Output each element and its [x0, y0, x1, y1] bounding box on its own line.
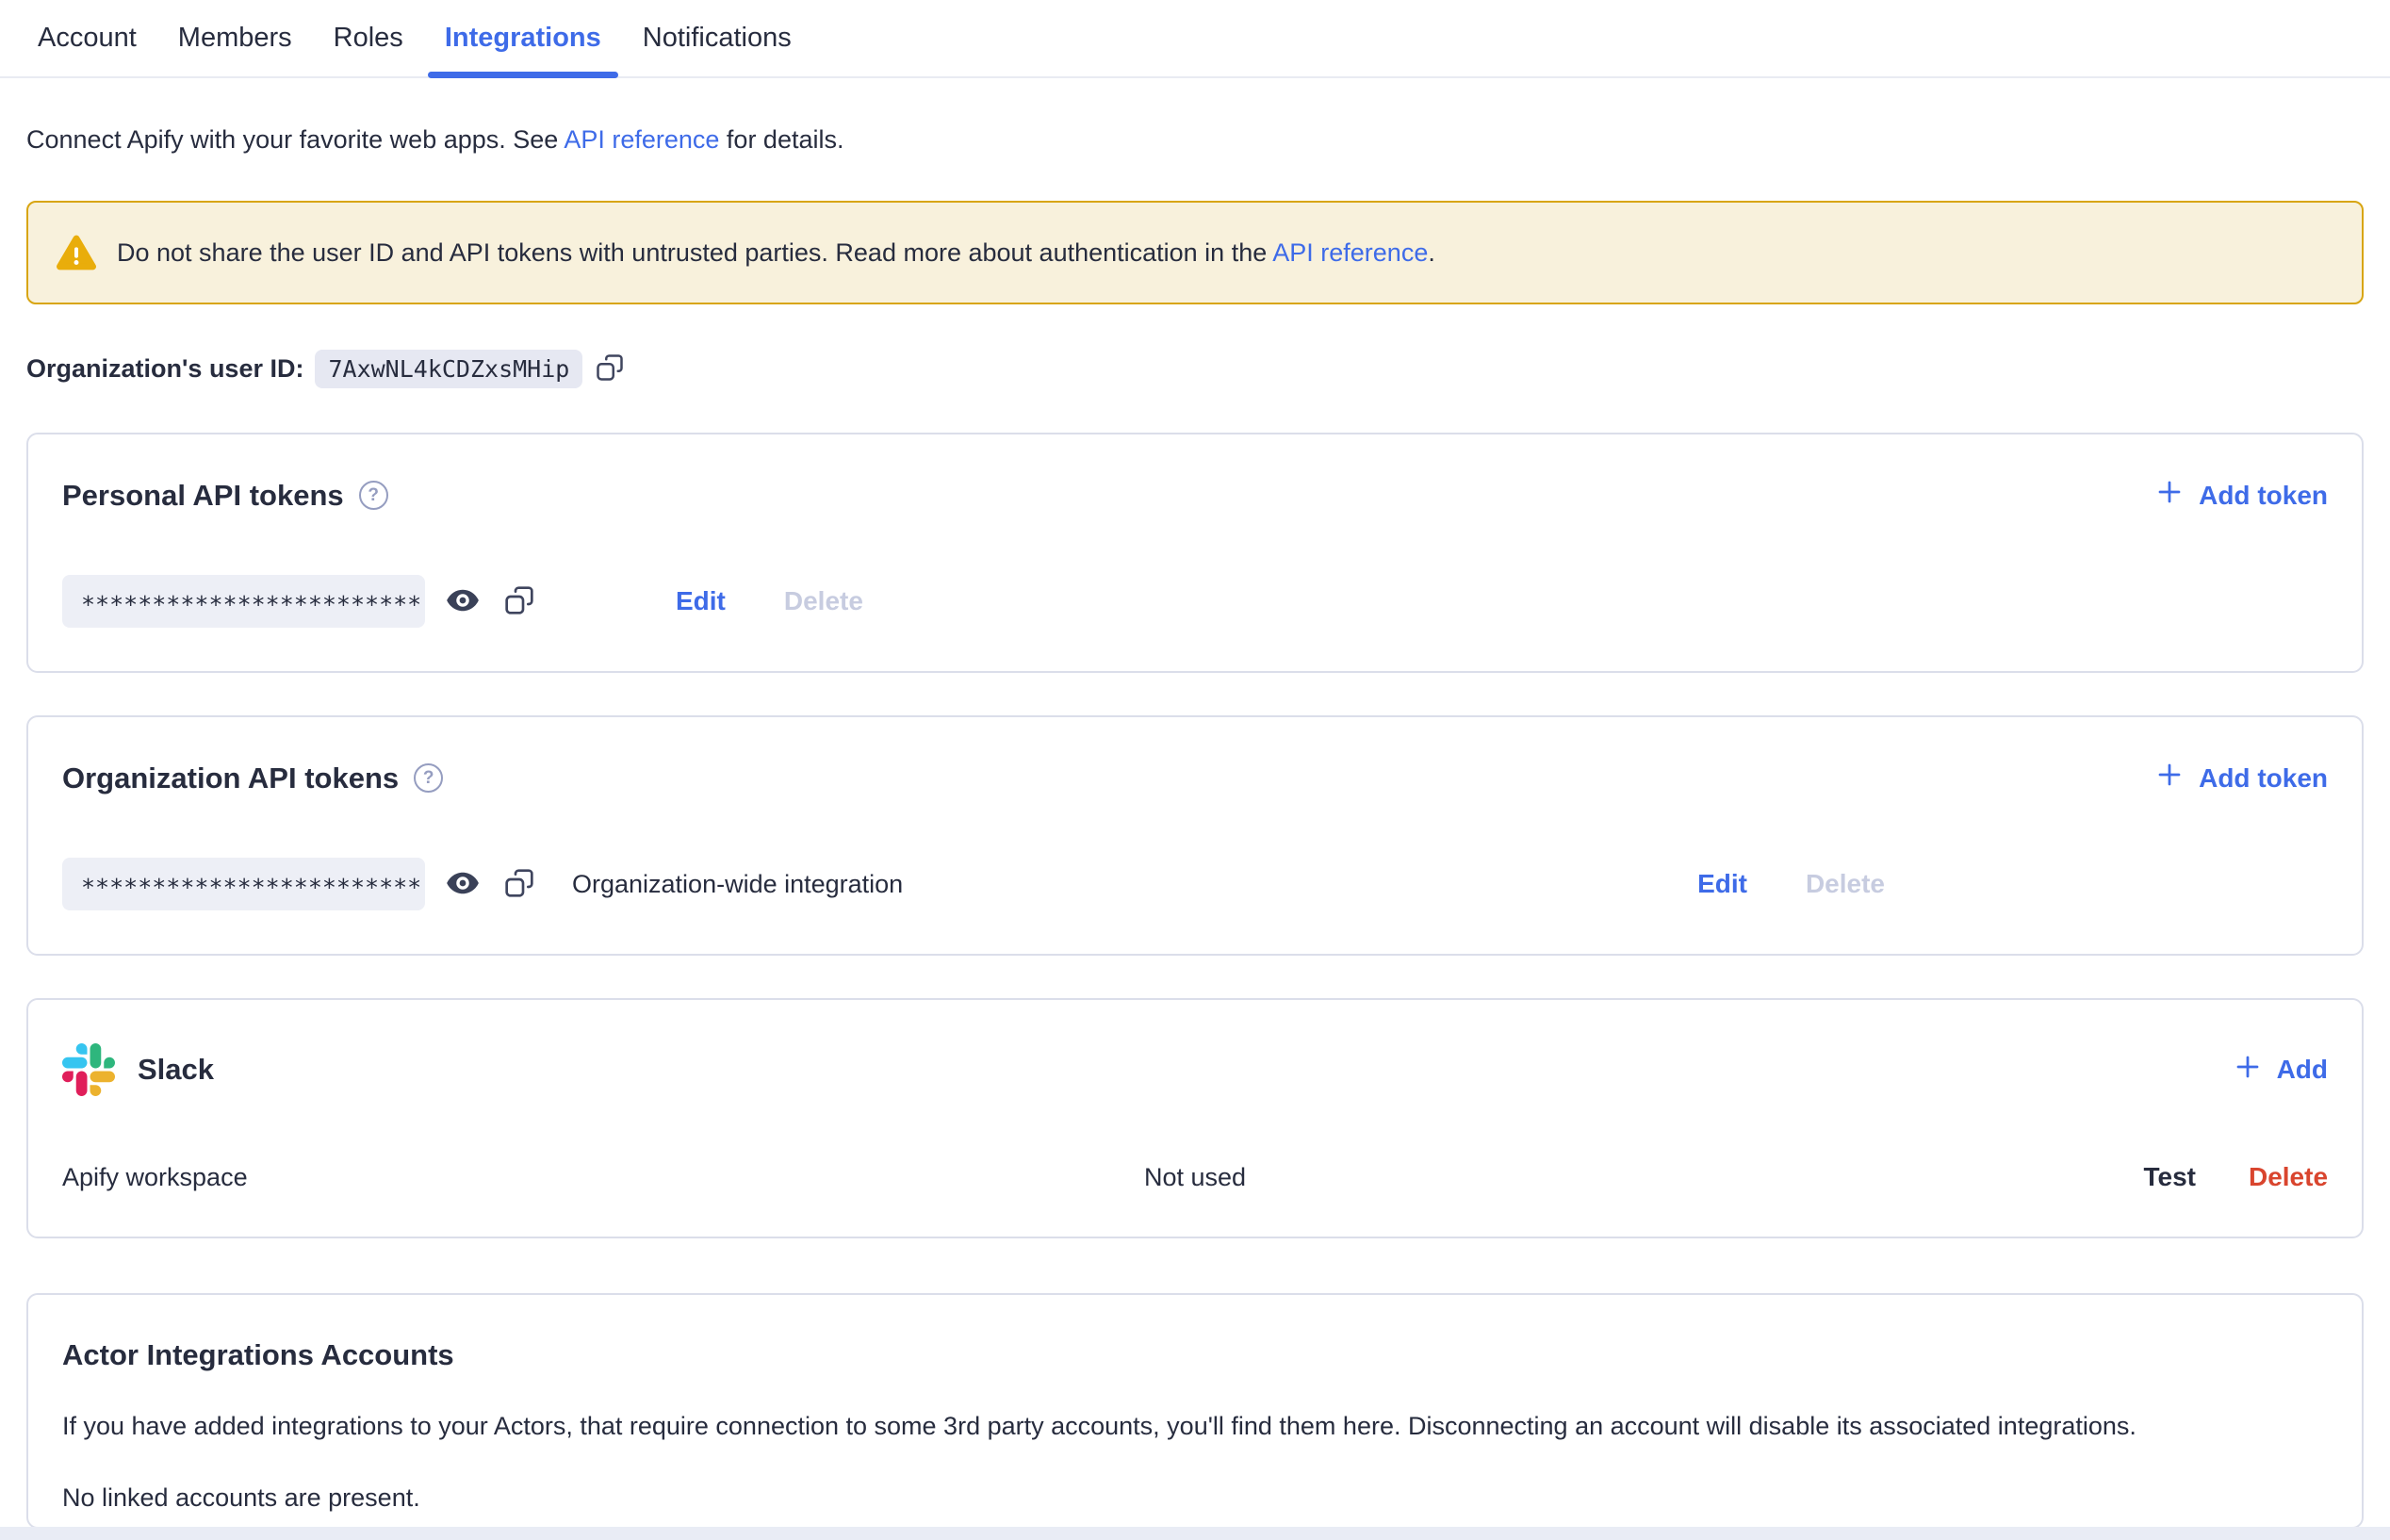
plus-icon [2155, 478, 2184, 513]
plus-icon [2155, 761, 2184, 795]
actor-integrations-card: Actor Integrations Accounts If you have … [26, 1293, 2364, 1529]
organization-user-id-label: Organization's user ID: [26, 354, 303, 384]
reveal-organization-token-button[interactable] [446, 870, 480, 899]
slack-title-text: Slack [138, 1053, 214, 1087]
copy-user-id-button[interactable] [596, 353, 624, 385]
organization-token-description: Organization-wide integration [572, 870, 903, 899]
tab-account[interactable]: Account [21, 0, 154, 76]
tab-roles[interactable]: Roles [317, 0, 420, 76]
slack-card: Slack Add Apify workspace Not used Test … [26, 998, 2364, 1238]
slack-workspace-row: Apify workspace Not used Test Delete [62, 1162, 2328, 1192]
plus-icon [2234, 1053, 2262, 1088]
personal-token-row: ************************ [62, 575, 2328, 628]
warning-text-after: . [1428, 238, 1435, 267]
personal-token-masked-value: ************************ [62, 575, 425, 628]
add-organization-token-label: Add token [2199, 763, 2328, 794]
delete-organization-token-button[interactable]: Delete [1806, 869, 1885, 899]
slack-logo-icon [62, 1043, 115, 1096]
reveal-personal-token-button[interactable] [446, 587, 480, 616]
add-slack-label: Add [2277, 1055, 2328, 1085]
actor-integrations-title: Actor Integrations Accounts [62, 1338, 2328, 1372]
warning-icon [57, 234, 96, 271]
help-icon[interactable] [359, 481, 388, 510]
copy-icon [504, 585, 534, 618]
add-personal-token-button[interactable]: Add token [2155, 478, 2328, 513]
add-personal-token-label: Add token [2199, 481, 2328, 511]
delete-personal-token-button[interactable]: Delete [784, 586, 863, 616]
actor-integrations-description: If you have added integrations to your A… [62, 1410, 2328, 1442]
bottom-divider [0, 1527, 2390, 1540]
actor-integrations-empty-state: No linked accounts are present. [62, 1483, 2328, 1513]
warning-text: Do not share the user ID and API tokens … [117, 238, 1435, 268]
actor-integrations-title-text: Actor Integrations Accounts [62, 1338, 454, 1372]
warning-api-reference-link[interactable]: API reference [1272, 238, 1428, 267]
copy-icon [504, 868, 534, 901]
settings-integrations-page: Account Members Roles Integrations Notif… [0, 0, 2390, 1540]
personal-api-tokens-title: Personal API tokens [62, 479, 388, 513]
organization-user-id-value: 7AxwNL4kCDZxsMHip [315, 350, 582, 388]
organization-token-masked-value: ************************ [62, 858, 425, 910]
edit-personal-token-button[interactable]: Edit [676, 586, 726, 616]
edit-organization-token-button[interactable]: Edit [1697, 869, 1747, 899]
organization-token-row: ************************ [62, 858, 2328, 910]
test-slack-button[interactable]: Test [2143, 1162, 2196, 1192]
api-reference-link[interactable]: API reference [564, 125, 719, 154]
slack-workspace-status: Not used [1144, 1163, 1246, 1192]
organization-api-tokens-title-text: Organization API tokens [62, 762, 399, 795]
copy-organization-token-button[interactable] [504, 868, 534, 901]
slack-row-actions: Test Delete [1246, 1162, 2328, 1192]
organization-api-tokens-card: Organization API tokens Add token ******… [26, 715, 2364, 956]
organization-api-tokens-header: Organization API tokens Add token [62, 761, 2328, 795]
slack-workspace-name: Apify workspace [62, 1163, 1144, 1192]
warning-alert: Do not share the user ID and API tokens … [26, 201, 2364, 304]
slack-header: Slack Add [62, 1043, 2328, 1096]
copy-personal-token-button[interactable] [504, 585, 534, 618]
page-content: Connect Apify with your favorite web app… [0, 123, 2390, 1529]
tab-notifications[interactable]: Notifications [626, 0, 809, 76]
delete-slack-button[interactable]: Delete [2249, 1162, 2328, 1192]
eye-icon [446, 587, 480, 616]
tab-members[interactable]: Members [161, 0, 309, 76]
personal-api-tokens-title-text: Personal API tokens [62, 479, 344, 513]
tab-integrations[interactable]: Integrations [428, 0, 618, 76]
intro-text-before: Connect Apify with your favorite web app… [26, 125, 564, 154]
add-organization-token-button[interactable]: Add token [2155, 761, 2328, 795]
intro-text: Connect Apify with your favorite web app… [26, 123, 2364, 156]
organization-api-tokens-title: Organization API tokens [62, 762, 443, 795]
warning-text-before: Do not share the user ID and API tokens … [117, 238, 1272, 267]
organization-user-id-row: Organization's user ID: 7AxwNL4kCDZxsMHi… [26, 348, 2364, 389]
copy-icon [596, 353, 624, 385]
slack-title: Slack [62, 1043, 214, 1096]
settings-tabbar: Account Members Roles Integrations Notif… [0, 0, 2390, 78]
eye-icon [446, 870, 480, 899]
intro-text-after: for details. [719, 125, 843, 154]
personal-api-tokens-card: Personal API tokens Add token **********… [26, 433, 2364, 673]
personal-api-tokens-header: Personal API tokens Add token [62, 478, 2328, 513]
add-slack-button[interactable]: Add [2234, 1053, 2328, 1088]
help-icon[interactable] [414, 763, 443, 793]
